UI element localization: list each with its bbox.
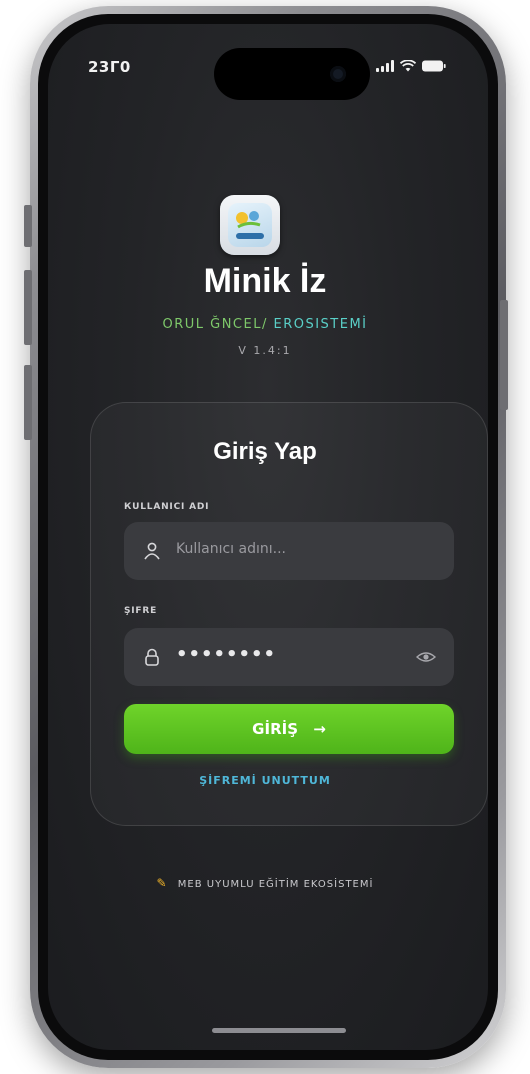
username-label: КULLANICI ADI bbox=[124, 502, 210, 512]
lock-icon bbox=[145, 648, 159, 666]
app-subtitle: ОRUL ĞNCEL/ ЕRОSISTЕMİ bbox=[0, 317, 530, 332]
signal-icon bbox=[376, 60, 394, 72]
app-logo-icon bbox=[220, 195, 280, 255]
login-button-label: GİRİŞ bbox=[252, 720, 298, 738]
app-title: Minik İz bbox=[203, 262, 327, 300]
status-time: 23Г0 bbox=[88, 58, 131, 76]
app-subtitle-part1: ОRUL ĞNCEL/ bbox=[162, 317, 268, 332]
password-label: ŞIFRE bbox=[124, 606, 158, 616]
status-icons bbox=[376, 60, 446, 72]
app-version: V 1.4:1 bbox=[238, 344, 292, 357]
login-button[interactable]: GİRİŞ → bbox=[124, 704, 454, 754]
action-button bbox=[24, 205, 32, 247]
login-title: Giriş Yap bbox=[213, 438, 317, 465]
camera-icon bbox=[330, 66, 346, 82]
password-value: •••••••• bbox=[176, 644, 277, 665]
arrow-right-icon: → bbox=[313, 720, 326, 738]
username-placeholder: Kullanıcı adını... bbox=[176, 541, 286, 557]
password-input[interactable]: •••••••• bbox=[124, 628, 454, 686]
volume-down-button bbox=[24, 365, 32, 440]
home-indicator[interactable] bbox=[212, 1028, 346, 1033]
user-icon bbox=[144, 542, 160, 560]
forgot-password-link[interactable]: ŞİFREMİ UNUTTUM bbox=[0, 774, 530, 787]
footer-text: MEB UYUMLU EĞİTİM EKOSİSTEMİ bbox=[177, 879, 374, 890]
username-input[interactable]: Kullanıcı adını... bbox=[124, 522, 454, 580]
pencil-icon: ✎ bbox=[156, 876, 168, 890]
eye-icon[interactable] bbox=[416, 649, 436, 665]
footer: ✎ MEB UYUMLU EĞİTİM EKOSİSTEMİ bbox=[0, 876, 530, 890]
app-subtitle-part2: ЕRОSISTЕMİ bbox=[273, 317, 368, 332]
wifi-icon bbox=[400, 60, 416, 72]
battery-icon bbox=[422, 60, 446, 72]
dynamic-island bbox=[214, 48, 370, 100]
